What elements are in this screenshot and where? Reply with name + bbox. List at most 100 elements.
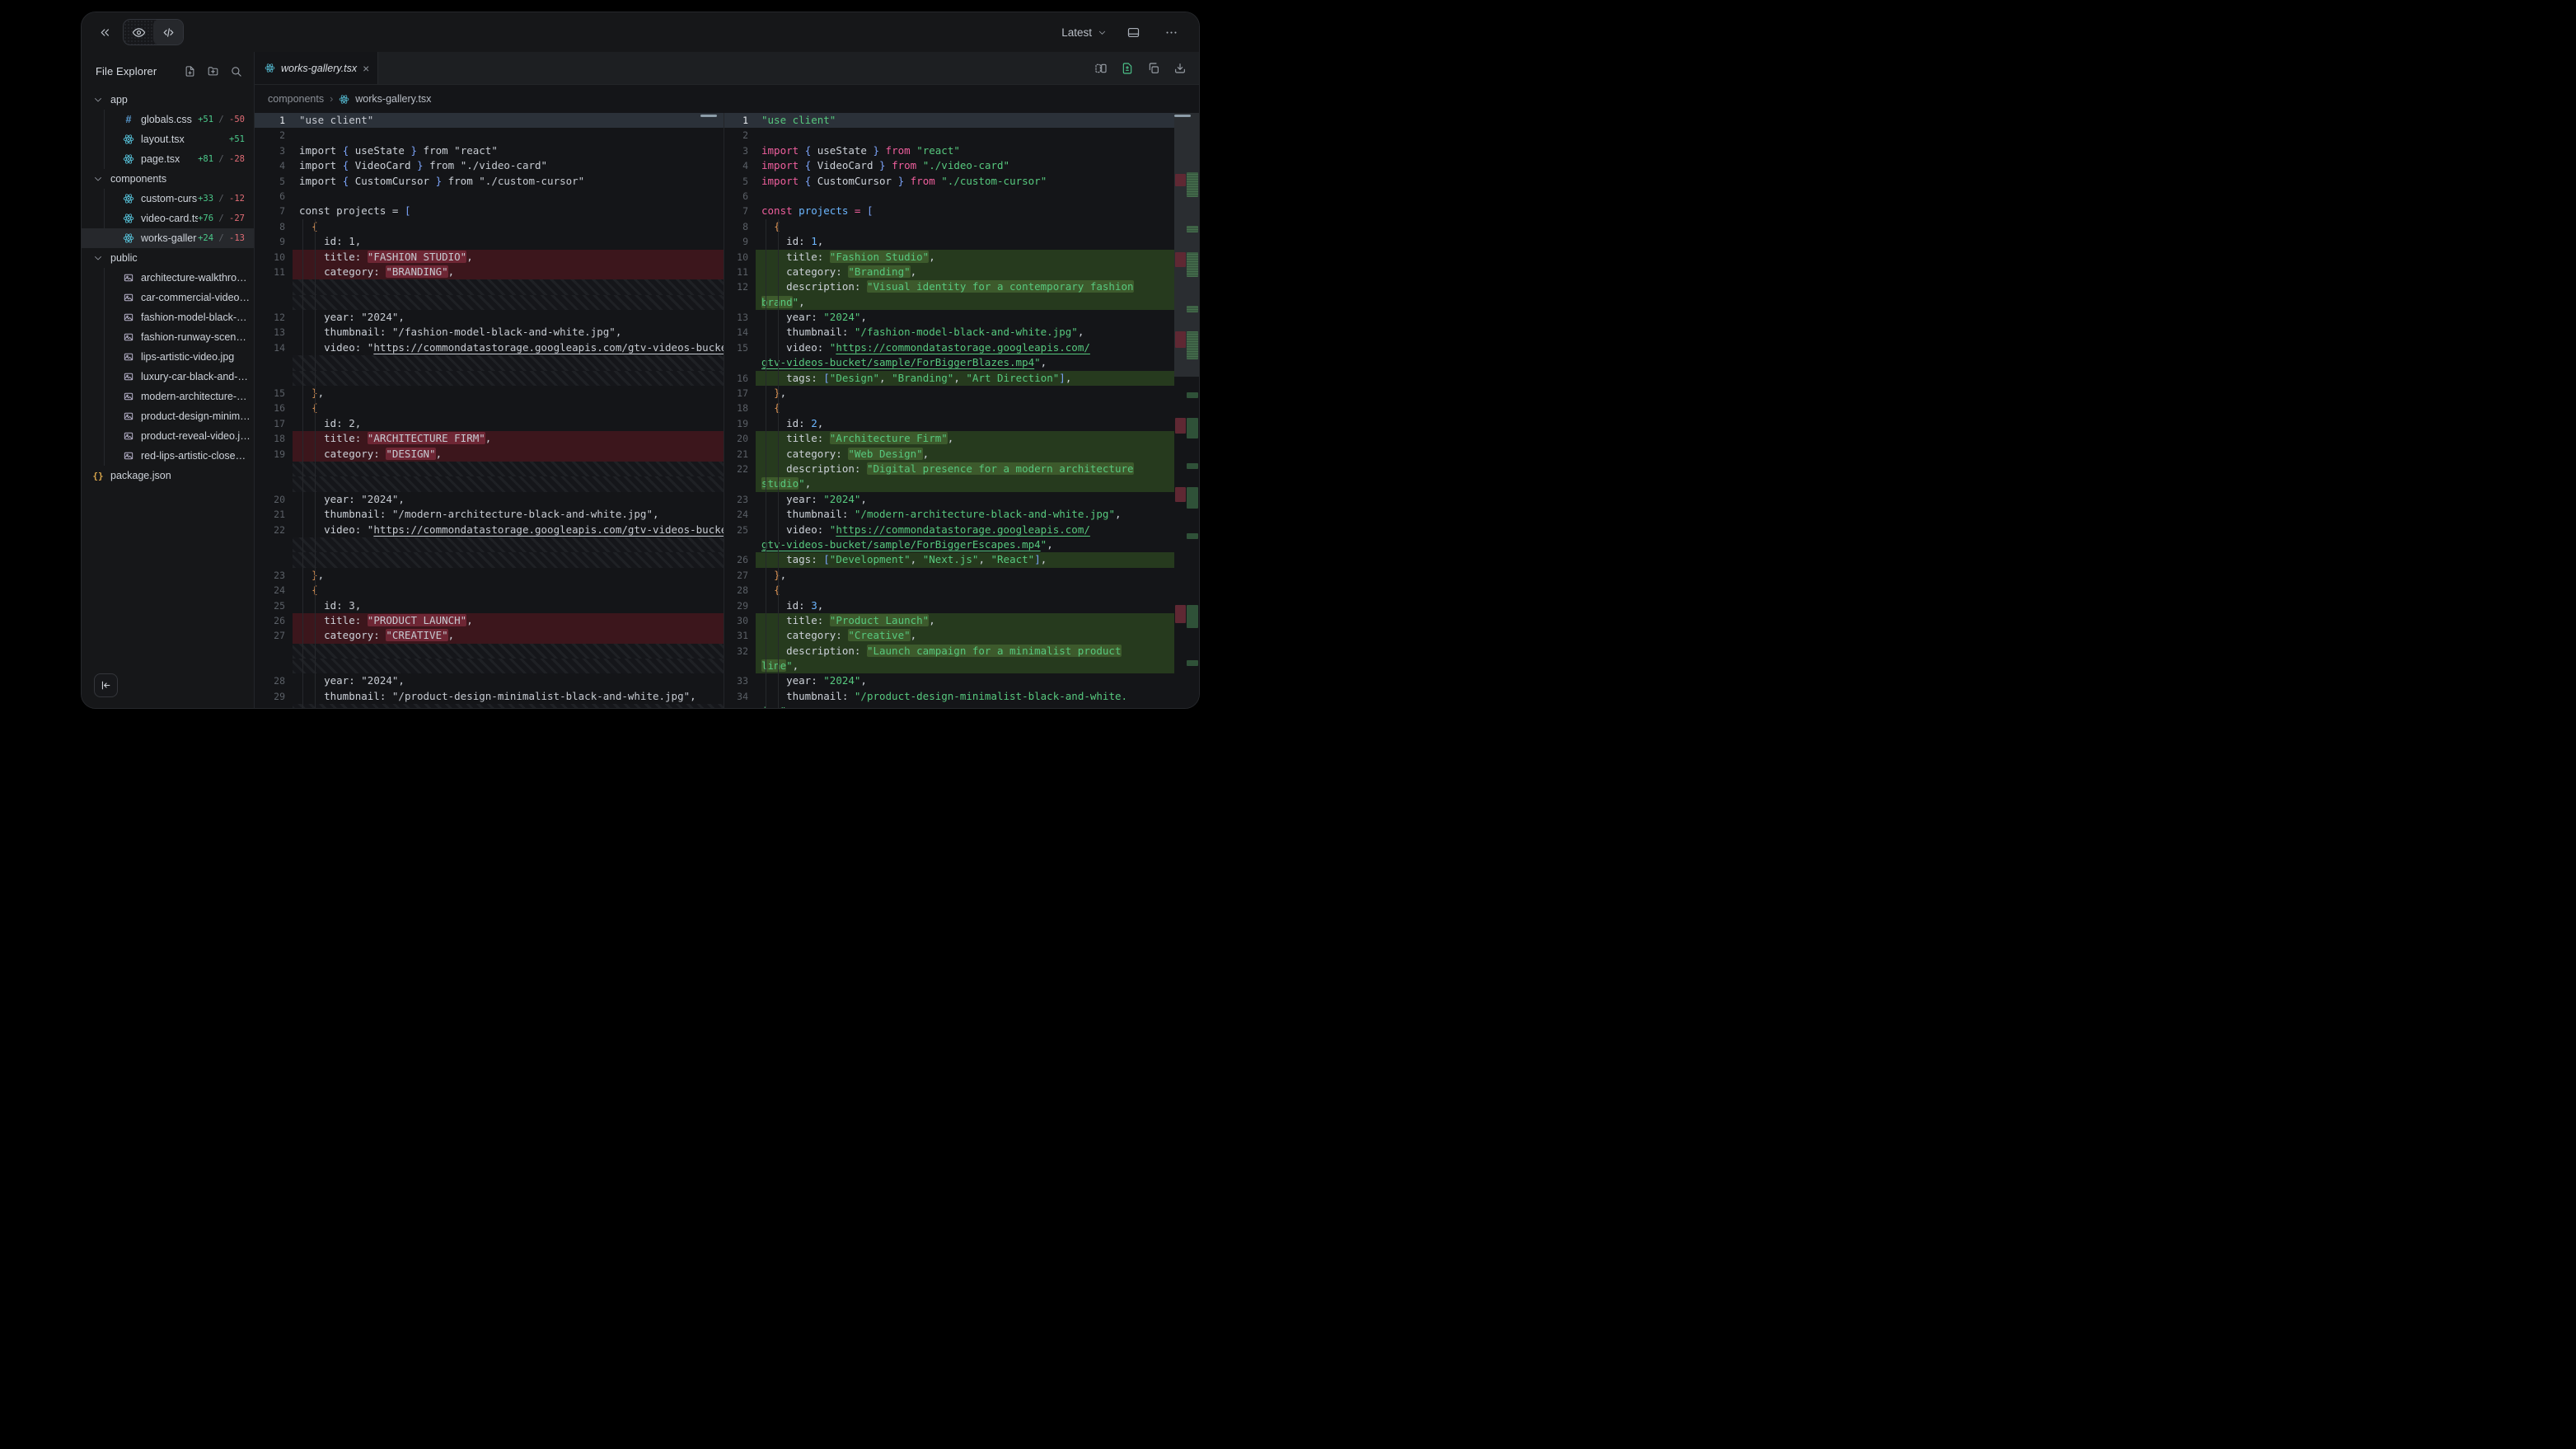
code-text: thumbnail: "/fashion-model-black-and-whi…	[293, 325, 724, 340]
code-line: 10 title: "FASHION STUDIO",	[255, 250, 724, 265]
copy-icon[interactable]	[1147, 62, 1160, 75]
scrollbar-thumb[interactable]	[700, 115, 717, 117]
line-number	[255, 659, 293, 673]
download-icon[interactable]	[1173, 62, 1187, 75]
folder-row-public[interactable]: public	[82, 248, 254, 268]
diff-gap-row	[255, 371, 724, 386]
file-explorer-header: File Explorer	[82, 52, 254, 90]
minimap-mark-add	[1187, 605, 1198, 628]
diff-gap-row	[255, 462, 724, 476]
file-row-custom-curs-[interactable]: custom-curs…+33 / -12	[82, 189, 254, 209]
file-row-fashion-runway-scen-[interactable]: fashion-runway-scen…	[82, 327, 254, 347]
file-row-modern-architecture-[interactable]: modern-architecture-…	[82, 387, 254, 406]
more-options-button[interactable]	[1159, 21, 1183, 44]
code-line: 18 title: "ARCHITECTURE FIRM",	[255, 431, 724, 446]
line-number: 11	[724, 265, 756, 279]
file-row-lips-artistic-video.jpg[interactable]: lips-artistic-video.jpg	[82, 347, 254, 367]
code-line: 22 video: "https://commondatastorage.goo…	[255, 523, 724, 537]
file-row-architecture-walkthro-[interactable]: architecture-walkthro…	[82, 268, 254, 288]
file-explorer-title: File Explorer	[96, 65, 157, 77]
code-text: year: "2024",	[756, 492, 1174, 507]
top-bar-right: Latest	[1061, 21, 1183, 44]
line-number: 22	[255, 523, 293, 537]
code-text	[293, 659, 724, 673]
file-name: layout.tsx	[141, 134, 185, 145]
file-row-video-card.tsx[interactable]: video-card.tsx+76 / -27	[82, 209, 254, 228]
close-tab-icon[interactable]: ×	[363, 63, 369, 74]
diff-stats: +81 / -28	[198, 154, 254, 164]
collapse-sidebar-button[interactable]	[94, 673, 118, 697]
folder-row-components[interactable]: components	[82, 169, 254, 189]
code-text: brand",	[756, 295, 1174, 310]
line-number: 8	[724, 219, 756, 234]
file-icon-slot	[122, 370, 135, 383]
file-row-fashion-model-black-[interactable]: fashion-model-black-…	[82, 307, 254, 327]
file-name: page.tsx	[141, 153, 180, 165]
code-line: 13 thumbnail: "/fashion-model-black-and-…	[255, 325, 724, 340]
file-row-layout.tsx[interactable]: layout.tsx+51	[82, 129, 254, 149]
code-line: studio",	[724, 476, 1174, 491]
minimap-mark-add	[1187, 331, 1198, 359]
line-number: 2	[724, 128, 756, 143]
file-icon-slot	[122, 133, 135, 146]
code-text: gtv-videos-bucket/sample/ForBiggerEscape…	[756, 537, 1174, 552]
line-number: 13	[255, 325, 293, 340]
file-row-car-commercial-video-[interactable]: car-commercial-video…	[82, 288, 254, 307]
file-row-product-design-minim-[interactable]: product-design-minim…	[82, 406, 254, 426]
file-diff-icon[interactable]	[1121, 62, 1134, 75]
code-text: thumbnail: "/modern-architecture-black-a…	[756, 507, 1174, 522]
chevrons-left-button[interactable]	[93, 21, 116, 44]
file-row-red-lips-artistic-close-[interactable]: red-lips-artistic-close…	[82, 446, 254, 466]
code-line: 18 {	[724, 401, 1174, 415]
chevrons-left-icon	[98, 26, 112, 40]
version-label: Latest	[1061, 26, 1092, 39]
minimap-mark-add	[1187, 533, 1198, 539]
file-row-package.json[interactable]: {}package.json	[82, 466, 254, 485]
version-dropdown[interactable]: Latest	[1061, 26, 1107, 39]
diff-view: 1"use client"23import { useState } from …	[255, 113, 1199, 708]
line-number	[255, 355, 293, 370]
scrollbar-thumb[interactable]	[1174, 115, 1191, 117]
line-number: 27	[255, 628, 293, 643]
code-line: 7const projects = [	[724, 204, 1174, 218]
minimap-mark-del	[1175, 605, 1186, 623]
react-icon	[339, 94, 349, 105]
react-file-icon	[123, 213, 134, 224]
line-number: 8	[255, 219, 293, 234]
file-row-page.tsx[interactable]: page.tsx +81 / -28	[82, 149, 254, 169]
code-text: year: "2024",	[756, 673, 1174, 688]
file-row-luxury-car-black-and-[interactable]: luxury-car-black-and-…	[82, 367, 254, 387]
code-toggle-button[interactable]	[153, 19, 183, 45]
preview-toggle-button[interactable]	[124, 19, 153, 45]
line-number: 4	[724, 158, 756, 173]
file-icon-slot: {}	[91, 469, 105, 482]
panel-layout-button[interactable]	[1122, 21, 1145, 44]
code-line: 11 category: "BRANDING",	[255, 265, 724, 279]
new-file-icon[interactable]	[184, 65, 196, 77]
breadcrumb-folder[interactable]: components	[268, 93, 324, 105]
diff-gap-row	[255, 704, 724, 708]
code-text: year: "2024",	[293, 310, 724, 325]
breadcrumb-file: works-gallery.tsx	[355, 93, 431, 105]
line-number: 26	[724, 552, 756, 567]
file-icon-slot	[122, 271, 135, 284]
line-number: 24	[255, 583, 293, 598]
line-number: 25	[255, 598, 293, 613]
new-folder-icon[interactable]	[207, 65, 219, 77]
file-row-product-reveal-video.j-[interactable]: product-reveal-video.j…	[82, 426, 254, 446]
folder-row-app[interactable]: app	[82, 90, 254, 110]
tab-works-gallery[interactable]: works-gallery.tsx ×	[255, 52, 378, 84]
code-line: 31 category: "Creative",	[724, 628, 1174, 643]
search-icon[interactable]	[230, 65, 242, 77]
file-icon-slot	[91, 251, 105, 265]
file-row-works-galler-[interactable]: works-galler…+24 / -13	[82, 228, 254, 248]
file-icon-slot	[122, 331, 135, 344]
line-number: 19	[255, 447, 293, 462]
split-panel-icon[interactable]	[1094, 62, 1108, 75]
file-icon-slot	[122, 429, 135, 443]
file-row-globals.css[interactable]: #globals.css+51 / -50	[82, 110, 254, 129]
line-number	[255, 552, 293, 567]
code-text: title: "Product Launch",	[756, 613, 1174, 628]
code-line: 23 },	[255, 568, 724, 583]
line-number: 9	[255, 234, 293, 249]
